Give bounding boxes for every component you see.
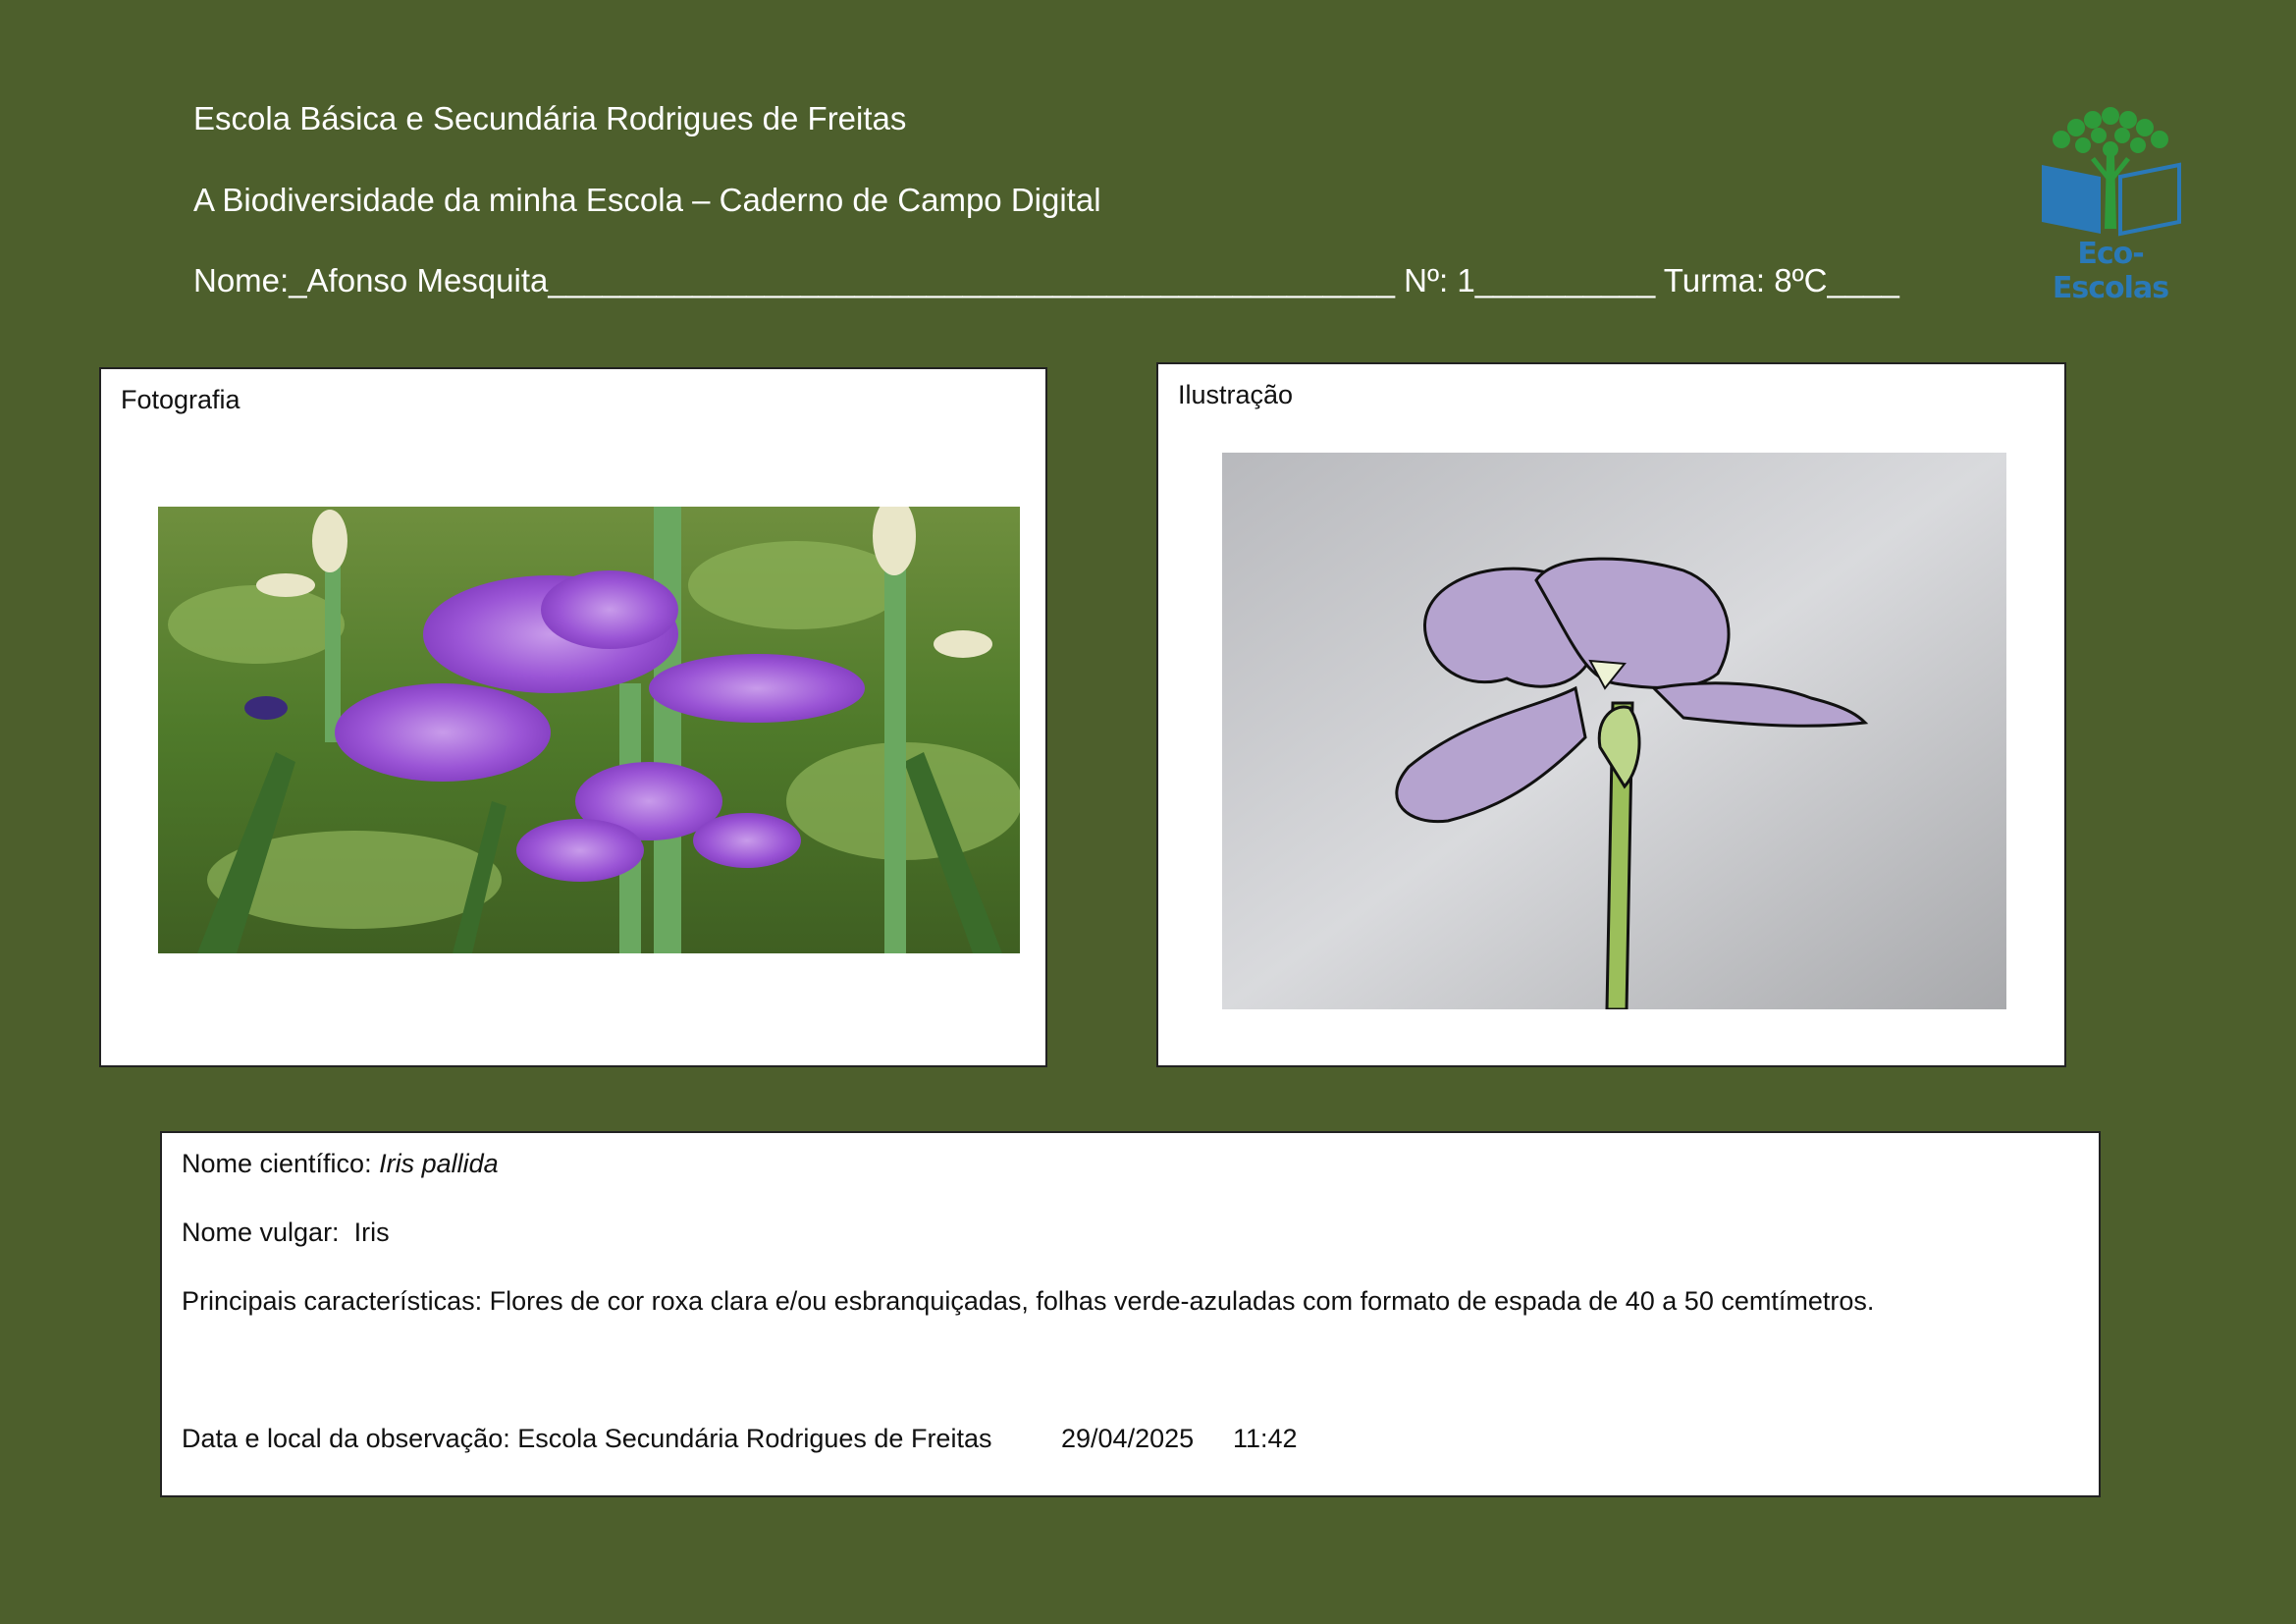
tree-book-icon [2042, 107, 2181, 237]
illustration-label: Ilustração [1178, 380, 1294, 409]
school-name: Escola Básica e Secundária Rodrigues de … [193, 100, 907, 136]
logo-text: Eco-Escolas [2052, 237, 2169, 305]
common-name-label: Nome vulgar: [182, 1218, 354, 1247]
features-line: Principais características: Flores de co… [182, 1286, 1875, 1316]
observation-date: 29/04/2025 [1061, 1424, 1195, 1453]
iris-drawing [1222, 453, 2006, 1009]
scientific-name-value: Iris pallida [379, 1149, 499, 1178]
species-info-panel: Nome científico: Iris pallida Nome vulga… [160, 1131, 2101, 1497]
illustration-panel: Ilustração [1156, 362, 2066, 1067]
project-title: A Biodiversidade da minha Escola – Cader… [193, 182, 1101, 218]
scientific-name-label: Nome científico: [182, 1149, 380, 1178]
photo-label: Fotografia [121, 385, 240, 414]
student-line: Nome:_Afonso Mesquita___________________… [193, 262, 1899, 298]
observation-line: Data e local da observação: Escola Secun… [182, 1424, 992, 1453]
photo-panel: Fotografia [99, 367, 1047, 1067]
observation-time: 11:42 [1233, 1424, 1298, 1453]
eco-escolas-logo: Eco-Escolas [2022, 106, 2199, 305]
iris-photo [158, 507, 1020, 953]
common-name-line: Nome vulgar: Iris [182, 1218, 390, 1248]
common-name-value: Iris [353, 1218, 390, 1247]
scientific-name-line: Nome científico: Iris pallida [182, 1149, 499, 1179]
